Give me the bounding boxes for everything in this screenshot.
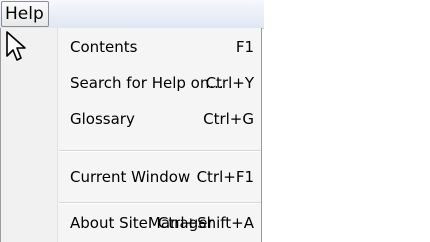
- menu-item-shortcut: Ctrl+G: [203, 110, 254, 128]
- menu-separator: [59, 202, 261, 204]
- menu-item-current-window[interactable]: Current Window Ctrl+F1: [58, 160, 262, 196]
- menu-item-about[interactable]: About SiteManager Ctrl+Shift+A: [58, 206, 262, 242]
- menu-item-contents[interactable]: Contents F1: [58, 30, 262, 66]
- menu-item-glossary[interactable]: Glossary Ctrl+G: [58, 102, 262, 138]
- menu-item-shortcut: Ctrl+F1: [196, 168, 254, 186]
- menu-item-label: Search for Help on...: [70, 74, 224, 92]
- menu-item-label: Glossary: [70, 110, 135, 128]
- menu-icon-gutter: [1, 28, 58, 242]
- menu-item-shortcut: Ctrl+Y: [205, 74, 254, 92]
- menu-help[interactable]: Help: [1, 1, 49, 27]
- menu-item-search-help[interactable]: Search for Help on... Ctrl+Y: [58, 66, 262, 102]
- menu-item-shortcut: F1: [235, 38, 254, 56]
- menu-item-shortcut: Ctrl+Shift+A: [157, 214, 254, 232]
- menu-bar: Help: [0, 0, 264, 29]
- mouse-pointer-icon: [6, 31, 26, 61]
- help-menu-dropdown: Contents F1 Search for Help on... Ctrl+Y…: [0, 28, 262, 242]
- menu-item-label: Current Window: [70, 168, 191, 186]
- screen: Help Contents F1 Search for Help on... C…: [0, 0, 430, 242]
- menu-item-label: Contents: [70, 38, 138, 56]
- menu-separator: [59, 150, 261, 152]
